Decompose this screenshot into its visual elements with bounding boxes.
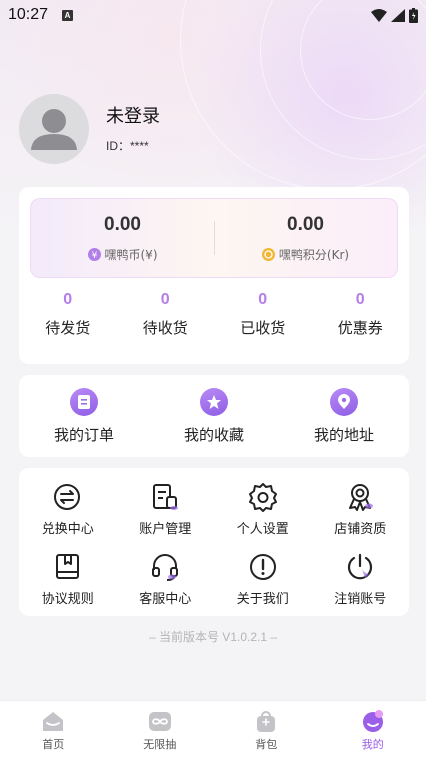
notification-badge: A [62,9,74,21]
stat-pending-shipment[interactable]: 0 待发货 [19,291,117,338]
user-avatar-icon [31,109,77,150]
quick-links-card: 我的订单 我的收藏 我的地址 [19,375,409,457]
account-icon [153,484,179,510]
service-agreement-rules[interactable]: 协议规则 [19,552,117,622]
coin-value: 0.00 [104,213,141,235]
service-label: 账户管理 [139,522,192,537]
service-exchange-center[interactable]: 兑换中心 [19,482,117,552]
tab-label: 无限抽 [143,737,177,751]
quick-link-favorites[interactable]: 我的收藏 [149,375,279,457]
service-label: 注销账号 [334,592,387,607]
svg-text:¥: ¥ [91,251,97,261]
headset-icon [152,554,179,581]
stat-count: 0 [160,291,170,308]
login-status[interactable]: 未登录 [106,102,160,128]
version-text: – 当前版本号 V1.0.2.1 – [148,630,278,644]
gear-icon [248,483,277,512]
bottom-tab-bar: 首页 无限抽 背包 我的 [0,700,426,759]
service-shop-qualification[interactable]: 店铺资质 [312,482,410,552]
star-icon [200,387,228,416]
award-icon [349,484,374,511]
stat-pending-receipt[interactable]: 0 待收货 [117,291,215,338]
tab-label: 我的 [361,737,384,751]
avatar[interactable] [19,94,89,164]
points-balance[interactable]: 0.00 嘿鸭积分(Kr) [214,199,397,277]
service-label: 协议规则 [41,592,94,607]
service-about-us[interactable]: 关于我们 [214,552,312,622]
service-label: 客服中心 [139,592,192,607]
stat-count: 0 [258,291,268,308]
coin-icon: ¥ [87,247,101,261]
tab-mine[interactable]: 我的 [320,701,426,759]
quick-link-label: 我的订单 [53,425,114,444]
tab-label: 背包 [255,737,278,751]
tab-home[interactable]: 首页 [0,701,107,759]
quick-link-label: 我的收藏 [183,425,244,444]
service-account-management[interactable]: 账户管理 [117,482,215,552]
info-icon [249,554,276,580]
service-label: 兑换中心 [41,522,94,537]
location-icon [330,387,358,416]
balance-panel: 0.00 ¥ 嘿鸭币(¥) 0.00 嘿鸭积分(Kr) [30,198,398,278]
points-value: 0.00 [287,213,324,235]
coin-balance[interactable]: 0.00 ¥ 嘿鸭币(¥) [31,199,214,277]
quick-link-orders[interactable]: 我的订单 [19,375,149,457]
profile-icon [362,709,383,732]
status-bar: 10:27 A [0,0,426,30]
quick-link-address[interactable]: 我的地址 [279,375,409,457]
wallet-card: 0.00 ¥ 嘿鸭币(¥) 0.00 嘿鸭积分(Kr) 0 待发货 0 待收货 … [19,187,409,364]
service-label: 店铺资质 [334,522,387,537]
stat-count: 0 [355,291,365,308]
power-icon [348,553,373,580]
order-stats: 0 待发货 0 待收货 0 已收货 0 优惠券 [19,291,409,338]
points-icon [261,247,275,261]
order-icon [70,387,98,416]
tab-infinite-draw[interactable]: 无限抽 [107,701,214,759]
tab-backpack[interactable]: 背包 [213,701,320,759]
rules-icon [55,554,79,579]
tab-label: 首页 [42,737,65,751]
stat-label: 已收货 [240,319,286,337]
stat-label: 待发货 [45,319,91,337]
quick-link-label: 我的地址 [313,425,374,444]
service-customer-service[interactable]: 客服中心 [117,552,215,622]
home-icon [43,711,64,731]
user-id: ID：**** [106,139,149,153]
stat-received[interactable]: 0 已收货 [214,291,312,338]
stat-count: 0 [63,291,73,308]
service-cancel-account[interactable]: 注销账号 [312,552,410,622]
exchange-icon [53,484,80,510]
service-label: 关于我们 [236,592,289,607]
signal-icon [391,8,405,22]
bag-icon [257,710,276,732]
battery-icon [409,7,418,23]
status-time: 10:27 [8,6,49,23]
service-label: 个人设置 [236,522,289,537]
wifi-icon [371,8,387,22]
service-personal-settings[interactable]: 个人设置 [214,482,312,552]
services-card: 兑换中心 账户管理 个人设置 店铺资质 协议规则 客服中心 关于我们 注销账号 [19,468,409,616]
stat-coupons[interactable]: 0 优惠券 [312,291,410,338]
points-label: 嘿鸭积分(Kr) [278,247,350,262]
stat-label: 优惠券 [337,319,383,337]
coin-label: 嘿鸭币(¥) [104,247,158,262]
infinity-icon [148,711,171,731]
stat-label: 待收货 [142,319,188,337]
